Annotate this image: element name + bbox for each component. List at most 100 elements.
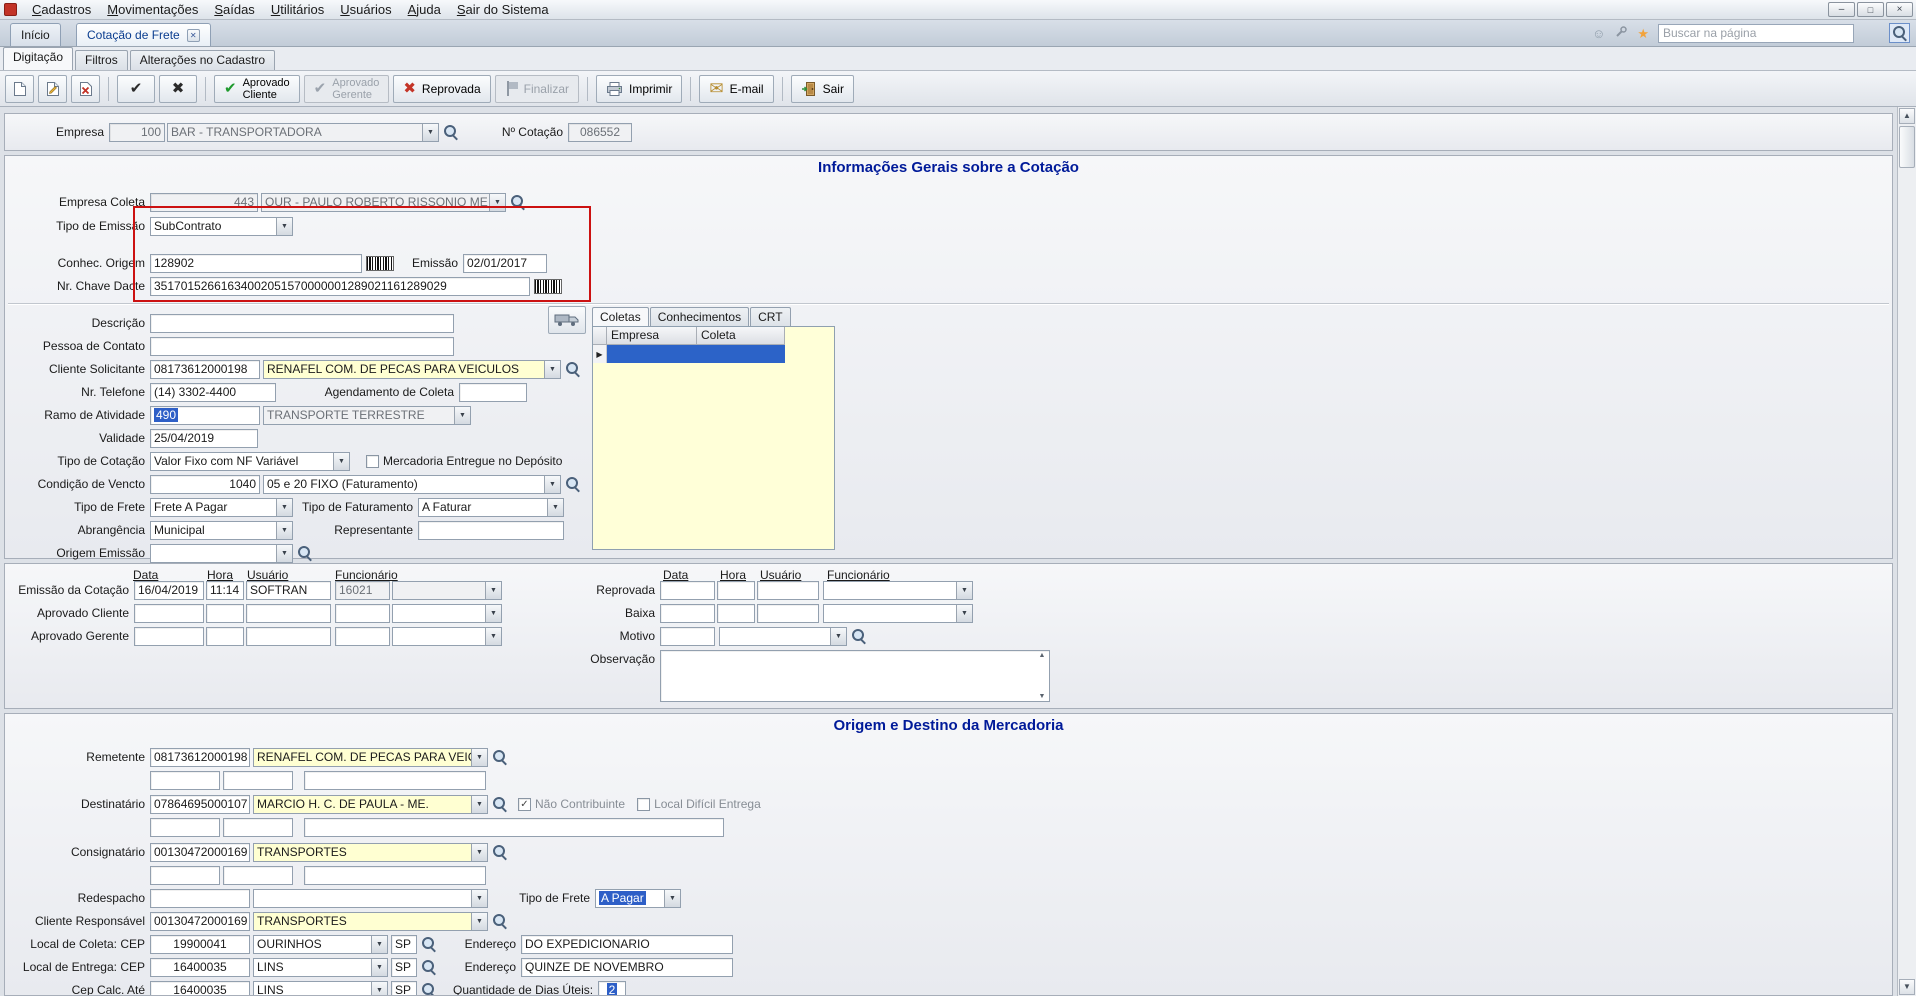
reprovada-data-field[interactable]: [660, 581, 715, 600]
smiley-icon[interactable]: ☺: [1592, 27, 1605, 40]
destinatario-extra-field[interactable]: [223, 818, 293, 837]
condicao-lookup-icon[interactable]: [565, 476, 581, 492]
motivo-lookup-icon[interactable]: [851, 628, 867, 644]
tab-coletas[interactable]: Coletas: [592, 307, 649, 326]
tab-conhecimentos[interactable]: Conhecimentos: [650, 307, 749, 326]
destinatario-lookup-icon[interactable]: [492, 796, 508, 812]
cancel-button[interactable]: [159, 75, 197, 103]
tipo-frete-select[interactable]: Frete A Pagar: [150, 498, 293, 517]
baixa-usuario-field[interactable]: [757, 604, 819, 623]
local-coleta-lookup-icon[interactable]: [421, 936, 437, 952]
grid-col-empresa[interactable]: Empresa: [607, 327, 697, 345]
origem-emissao-lookup-icon[interactable]: [297, 545, 313, 561]
chevron-down-icon[interactable]: [956, 582, 972, 599]
aprovado-cliente-usuario-field[interactable]: [246, 604, 331, 623]
redespacho-code-field[interactable]: [150, 889, 250, 908]
representante-field[interactable]: [418, 521, 564, 540]
remetente-extra-field[interactable]: [223, 771, 293, 790]
chevron-down-icon[interactable]: [371, 936, 387, 953]
remetente-lookup-icon[interactable]: [492, 749, 508, 765]
consignatario-extra-field[interactable]: [223, 866, 293, 885]
chevron-down-icon[interactable]: [471, 844, 487, 861]
chevron-down-icon[interactable]: [547, 499, 563, 516]
remetente-extra-field[interactable]: [150, 771, 220, 790]
chevron-down-icon[interactable]: [371, 982, 387, 996]
abrangencia-select[interactable]: Municipal: [150, 521, 293, 540]
observacao-field[interactable]: [660, 650, 1050, 702]
local-entrega-endereco-field[interactable]: QUINZE DE NOVEMBRO: [521, 958, 733, 977]
ramo-select[interactable]: TRANSPORTE TERRESTRE: [263, 406, 471, 425]
aprovado-gerente-data-field[interactable]: [134, 627, 204, 646]
chevron-down-icon[interactable]: [544, 476, 560, 493]
chevron-down-icon[interactable]: [276, 545, 292, 562]
destinatario-select[interactable]: MARCIO H. C. DE PAULA - ME.: [253, 795, 488, 814]
coleta-truck-button[interactable]: [548, 306, 586, 334]
consignatario-extra-field[interactable]: [150, 866, 220, 885]
local-coleta-endereco-field[interactable]: DO EXPEDICIONARIO: [521, 935, 733, 954]
aprovado-gerente-funcionario-field[interactable]: [335, 627, 390, 646]
emissao-hora-field[interactable]: 11:14: [206, 581, 244, 600]
chevron-down-icon[interactable]: [956, 605, 972, 622]
local-entrega-lookup-icon[interactable]: [421, 959, 437, 975]
tab-filtros[interactable]: Filtros: [75, 50, 128, 70]
telefone-field[interactable]: (14) 3302-4400: [150, 383, 276, 402]
chave-dacte-field[interactable]: 3517015266163400205157000000128902116128…: [150, 277, 530, 296]
reprovada-funcionario-select[interactable]: [823, 581, 973, 600]
aprovado-cliente-funcionario-select[interactable]: [392, 604, 502, 623]
imprimir-button[interactable]: Imprimir: [596, 75, 682, 103]
cliente-solicitante-code-field[interactable]: 08173612000198: [150, 360, 260, 379]
email-button[interactable]: E-mail: [699, 75, 773, 103]
validade-field[interactable]: 25/04/2019: [150, 429, 258, 448]
cliente-solicitante-lookup-icon[interactable]: [565, 361, 581, 377]
emissao-funcionario-field[interactable]: 16021: [335, 581, 390, 600]
local-entrega-cidade-select[interactable]: LINS: [253, 958, 388, 977]
tab-alteracoes-no-cadastro[interactable]: Alterações no Cadastro: [130, 50, 275, 70]
local-dificil-checkbox[interactable]: Local Difícil Entrega: [637, 797, 761, 811]
reprovada-hora-field[interactable]: [717, 581, 755, 600]
tab-inicio[interactable]: Início: [10, 23, 61, 46]
new-button[interactable]: [5, 75, 34, 103]
local-entrega-uf-field[interactable]: SP: [391, 958, 417, 977]
pessoa-contato-field[interactable]: [150, 337, 454, 356]
menu-sair-do-sistema[interactable]: Sair do Sistema: [449, 0, 557, 19]
chevron-down-icon[interactable]: [371, 959, 387, 976]
maximize-button[interactable]: [1857, 2, 1884, 17]
empresa-code-field[interactable]: 100: [109, 123, 165, 142]
motivo-code-field[interactable]: [660, 627, 715, 646]
remetente-extra-field[interactable]: [304, 771, 486, 790]
consignatario-select[interactable]: TRANSPORTES: [253, 843, 488, 862]
aprovado-gerente-hora-field[interactable]: [206, 627, 244, 646]
conhec-origem-field[interactable]: 128902: [150, 254, 362, 273]
cep-calc-cep-field[interactable]: 16400035: [150, 981, 250, 996]
chevron-down-icon[interactable]: [485, 605, 501, 622]
agendamento-field[interactable]: [459, 383, 527, 402]
empresa-coleta-select[interactable]: OUR - PAULO ROBERTO RISSONIO ME: [261, 193, 506, 212]
tipo-emissao-select[interactable]: SubContrato: [150, 217, 293, 236]
menu-utilitarios[interactable]: Utilitários: [263, 0, 332, 19]
empresa-select[interactable]: BAR - TRANSPORTADORA: [167, 123, 439, 142]
grid-selected-row[interactable]: [593, 345, 834, 363]
aprovado-gerente-usuario-field[interactable]: [246, 627, 331, 646]
chevron-down-icon[interactable]: [664, 890, 680, 907]
chevron-down-icon[interactable]: [454, 407, 470, 424]
chevron-down-icon[interactable]: [333, 453, 349, 470]
baixa-hora-field[interactable]: [717, 604, 755, 623]
local-entrega-cep-field[interactable]: 16400035: [150, 958, 250, 977]
menu-usuarios[interactable]: Usuários: [332, 0, 399, 19]
local-coleta-cidade-select[interactable]: OURINHOS: [253, 935, 388, 954]
tipo-faturamento-select[interactable]: A Faturar: [418, 498, 564, 517]
empresa-coleta-lookup-icon[interactable]: [510, 194, 526, 210]
emissao-usuario-field[interactable]: SOFTRAN: [246, 581, 331, 600]
mercadoria-deposito-checkbox[interactable]: Mercadoria Entregue no Depósito: [366, 454, 562, 468]
baixa-data-field[interactable]: [660, 604, 715, 623]
chevron-down-icon[interactable]: [276, 499, 292, 516]
aprovado-gerente-button[interactable]: Aprovado Gerente: [304, 75, 390, 103]
reprovada-button[interactable]: Reprovada: [393, 75, 490, 103]
consignatario-lookup-icon[interactable]: [492, 844, 508, 860]
chevron-down-icon[interactable]: [471, 913, 487, 930]
dias-uteis-field[interactable]: 2: [598, 981, 626, 996]
aprovado-cliente-data-field[interactable]: [134, 604, 204, 623]
aprovado-cliente-button[interactable]: Aprovado Cliente: [214, 75, 300, 103]
chevron-down-icon[interactable]: [471, 796, 487, 813]
tipo-cotacao-select[interactable]: Valor Fixo com NF Variável: [150, 452, 350, 471]
